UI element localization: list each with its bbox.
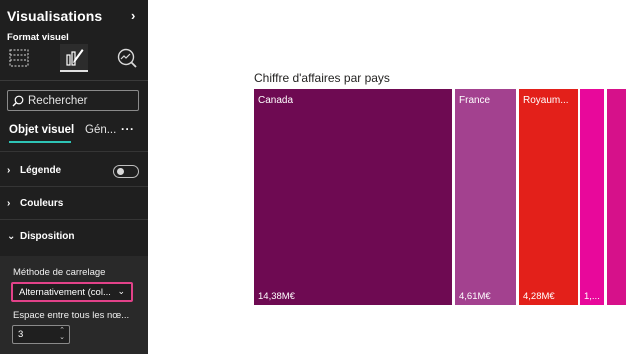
chevron-right-icon: › [7,165,11,176]
pane-title: Visualisations [7,8,103,24]
tile-value: 4,28M€ [523,291,555,302]
spacing-label: Espace entre tous les nœ... [13,310,130,321]
spacing-stepper[interactable]: 3 ⌃ ⌄ [12,325,70,344]
format-visual-label: Format visuel [7,32,69,43]
divider [0,151,148,152]
treemap-tile-canada[interactable]: Canada 14,38M€ [254,89,452,305]
chevron-right-icon: › [7,198,11,209]
tile-label: Royaum... [523,95,569,106]
tiling-method-label: Méthode de carrelage [13,267,106,278]
tiling-method-dropdown[interactable]: Alternativement (col... ⌄ [11,282,133,302]
treemap-tile-4[interactable]: 1,... [580,89,604,305]
tile-value: 14,38M€ [258,291,295,302]
section-label: Légende [20,165,62,176]
dropdown-value: Alternativement (col... [19,286,111,298]
tile-value: 1,... [584,291,600,302]
build-visual-icon[interactable] [6,44,32,72]
chevron-down-icon: ⌄ [7,231,16,242]
section-legend[interactable]: › Légende [7,165,61,176]
section-colors[interactable]: › Couleurs [7,198,63,209]
more-options-button[interactable]: ··· [121,122,135,136]
treemap-tile-france[interactable]: France 4,61M€ [455,89,516,305]
tile-label: France [459,95,491,106]
section-label: Disposition [20,231,75,242]
tab-visual[interactable]: Objet visuel [9,124,74,136]
search-icon [12,95,24,106]
chevron-down-icon: ⌄ [117,286,125,296]
visualisations-pane: Visualisations › Format visuel Obje [0,0,148,354]
treemap-tile-royaume[interactable]: Royaum... 4,28M€ [519,89,578,305]
treemap-tile-5[interactable] [607,89,626,305]
analytics-icon[interactable] [114,44,140,72]
divider [0,80,148,81]
chart-title: Chiffre d'affaires par pays [254,71,390,85]
active-tab-indicator [9,141,71,143]
format-visual-icon[interactable] [60,44,88,72]
legend-toggle[interactable] [113,165,139,178]
section-layout[interactable]: ⌄ Disposition [7,231,74,242]
toggle-knob [117,168,124,175]
section-label: Couleurs [20,198,64,209]
tile-value: 4,61M€ [459,291,491,302]
tile-label: Canada [258,95,294,106]
stepper-value: 3 [18,329,24,340]
search-input[interactable] [28,94,138,107]
search-box[interactable] [7,90,139,111]
stepper-arrows-icon[interactable]: ⌃ ⌄ [59,327,65,341]
divider [0,186,148,187]
collapse-pane-icon[interactable]: › [131,8,135,23]
tab-general[interactable]: Gén... [85,124,116,136]
divider [0,219,148,220]
